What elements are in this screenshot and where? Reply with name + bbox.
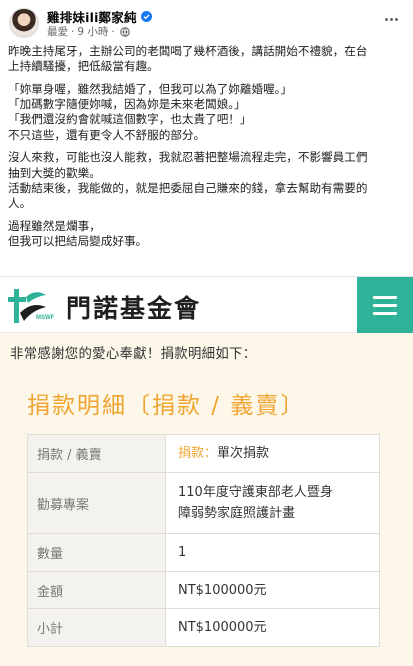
thanks-message: 非常感謝您的愛心奉獻！捐款明細如下： bbox=[10, 347, 257, 362]
mennonite-foundation-logo-icon: MSWF bbox=[8, 289, 55, 323]
post-time[interactable]: 9 小時 bbox=[77, 24, 108, 39]
text-line: 沒人來救，可能也沒人能救，我就忍著把整場流程走完，不影響員工們 bbox=[8, 150, 368, 165]
verified-badge-icon bbox=[140, 10, 152, 22]
table-row: 勸募專案 110年度守護東部老人暨身 障弱勢家庭照護計畫 bbox=[27, 472, 380, 534]
text-line: 「妳單身喔，雖然我結婚了，但我可以為了妳離婚喔。」 bbox=[8, 82, 293, 96]
row-key: 捐款 / 義賣 bbox=[27, 434, 166, 473]
donation-type-tag: 捐款： bbox=[178, 446, 218, 461]
public-globe-icon bbox=[119, 26, 130, 37]
project-line: 障弱勢家庭照護計畫 bbox=[178, 506, 296, 521]
site-header: MSWF 門諾基金會 bbox=[0, 277, 413, 333]
post-text: 昨晚主持尾牙，主辦公司的老闆喝了幾杯酒後，講話開始不禮貌，在台 上持續騷擾，把低… bbox=[8, 44, 406, 257]
detail-title: 捐款明細〔捐款 / 義賣〕 bbox=[27, 393, 306, 419]
text-line: 不只這些，還有更令人不舒服的部分。 bbox=[8, 127, 206, 142]
author-name[interactable]: 雞排妹ili鄭家純 bbox=[47, 7, 137, 26]
row-value: NT$100000元 bbox=[165, 571, 380, 609]
more-options-button[interactable] bbox=[381, 12, 401, 26]
paragraph-3: 沒人來救，可能也沒人能救，我就忍著把整場流程走完，不影響員工們 抽到大獎的歡樂。… bbox=[8, 150, 406, 211]
donation-detail-table: 捐款 / 義賣 捐款：單次捐款 勸募專案 110年度守護東部老人暨身 障弱勢家庭照… bbox=[27, 434, 380, 647]
text-line: 人。 bbox=[8, 196, 32, 211]
paragraph-1: 昨晚主持尾牙，主辦公司的老闆喝了幾杯酒後，講話開始不禮貌，在台 上持續騷擾，把低… bbox=[8, 44, 406, 74]
table-row: 小計 NT$100000元 bbox=[27, 608, 380, 647]
dot-icon bbox=[394, 17, 398, 21]
text-line: 昨晚主持尾牙，主辦公司的老闆喝了幾杯酒後，講話開始不禮貌，在台 bbox=[8, 44, 368, 58]
text-line: 「加碼數字隨便妳喊，因為妳是未來老闆娘。」 bbox=[8, 97, 246, 112]
avatar[interactable] bbox=[9, 8, 39, 38]
row-key: 勸募專案 bbox=[27, 472, 166, 534]
paragraph-4: 過程雖然是爛事， 但我可以把結局變成好事。 bbox=[8, 219, 406, 249]
text-line: 過程雖然是爛事， bbox=[8, 218, 101, 233]
text-line: 但我可以把結局變成好事。 bbox=[8, 234, 148, 249]
post-header: 雞排妹ili鄭家純 最愛 · 9 小時 · bbox=[0, 0, 413, 40]
row-key: 小計 bbox=[27, 608, 166, 647]
table-row: 捐款 / 義賣 捐款：單次捐款 bbox=[27, 434, 380, 473]
text-line: 上持續騷擾，把低級當有趣。 bbox=[8, 59, 159, 74]
row-value: 捐款：單次捐款 bbox=[165, 434, 380, 473]
site-name[interactable]: 門諾基金會 bbox=[66, 289, 201, 325]
logo-small-text: MSWF bbox=[36, 315, 55, 321]
row-key: 金額 bbox=[27, 571, 166, 609]
row-value: 1 bbox=[165, 533, 380, 572]
audience-label: 最愛 bbox=[47, 26, 68, 38]
row-key: 數量 bbox=[27, 533, 166, 572]
table-row: 數量 1 bbox=[27, 533, 380, 572]
row-value: 110年度守護東部老人暨身 障弱勢家庭照護計畫 bbox=[165, 472, 380, 534]
author-line: 雞排妹ili鄭家純 bbox=[47, 7, 152, 26]
post-image[interactable]: MSWF 門諾基金會 非常感謝您的愛心奉獻！捐款明細如下： 捐款明細〔捐款 / … bbox=[0, 276, 413, 666]
table-row: 金額 NT$100000元 bbox=[27, 571, 380, 609]
hamburger-menu-icon[interactable] bbox=[357, 277, 413, 333]
text-line: 「我們還沒約會就喊這個數字，也太貴了吧！」 bbox=[8, 112, 252, 127]
dot-icon bbox=[384, 17, 388, 21]
paragraph-2: 「妳單身喔，雖然我結婚了，但我可以為了妳離婚喔。」 「加碼數字隨便妳喊，因為妳是… bbox=[8, 82, 406, 143]
dot-icon bbox=[389, 17, 393, 21]
text-line: 抽到大獎的歡樂。 bbox=[8, 165, 101, 180]
text-line: 活動結束後，我能做的，就是把委屈自己賺來的錢，拿去幫助有需要的 bbox=[8, 180, 368, 195]
row-value: NT$100000元 bbox=[165, 608, 380, 647]
project-line: 110年度守護東部老人暨身 bbox=[178, 485, 333, 500]
post-meta: 最愛 · 9 小時 · bbox=[47, 25, 130, 38]
donation-type-value: 單次捐款 bbox=[217, 446, 270, 461]
